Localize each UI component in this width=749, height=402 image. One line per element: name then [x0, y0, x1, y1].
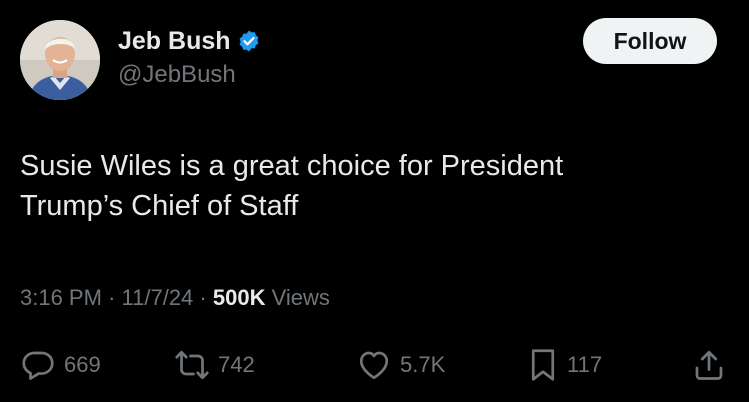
bookmark-count: 117 [567, 352, 603, 377]
tweet-card: Jeb Bush @JebBush Follow Susie Wiles is … [0, 0, 749, 402]
tweet-text-line-2: Trump’s Chief of Staff [20, 190, 299, 222]
meta-separator: · [108, 285, 116, 310]
tweet-date[interactable]: 11/7/24 [122, 285, 194, 310]
avatar-photo [20, 20, 100, 100]
bookmark-button[interactable]: 117 [527, 345, 602, 385]
repost-icon [175, 350, 209, 380]
verified-badge-icon[interactable] [237, 29, 261, 53]
tweet-time[interactable]: 3:16 PM [20, 285, 102, 310]
author-handle[interactable]: @JebBush [118, 61, 236, 89]
views-label: Views [271, 285, 330, 310]
like-count: 5.7K [400, 352, 446, 377]
repost-button[interactable]: 742 [174, 345, 255, 385]
bookmark-icon [531, 349, 555, 381]
follow-button[interactable]: Follow [583, 18, 717, 64]
reply-button[interactable]: 669 [20, 345, 101, 385]
author-name-row: Jeb Bush [118, 26, 261, 56]
share-button[interactable] [691, 345, 727, 385]
reply-icon [22, 351, 54, 380]
meta-separator: · [199, 285, 207, 310]
author-display-name[interactable]: Jeb Bush [118, 26, 231, 56]
share-icon [695, 350, 723, 380]
like-button[interactable]: 5.7K [356, 345, 445, 385]
heart-icon [359, 351, 389, 380]
avatar[interactable] [20, 20, 100, 100]
tweet-text-line-1: Susie Wiles is a great choice for Presid… [20, 150, 564, 182]
action-bar: 669 742 5.7K 117 [0, 345, 749, 385]
views-count: 500K [212, 285, 266, 310]
reply-count: 669 [64, 352, 101, 377]
tweet-meta: 3:16 PM · 11/7/24 · 500K Views [20, 283, 330, 313]
repost-count: 742 [218, 352, 255, 377]
tweet-text: Susie Wiles is a great choice for Presid… [20, 146, 720, 226]
